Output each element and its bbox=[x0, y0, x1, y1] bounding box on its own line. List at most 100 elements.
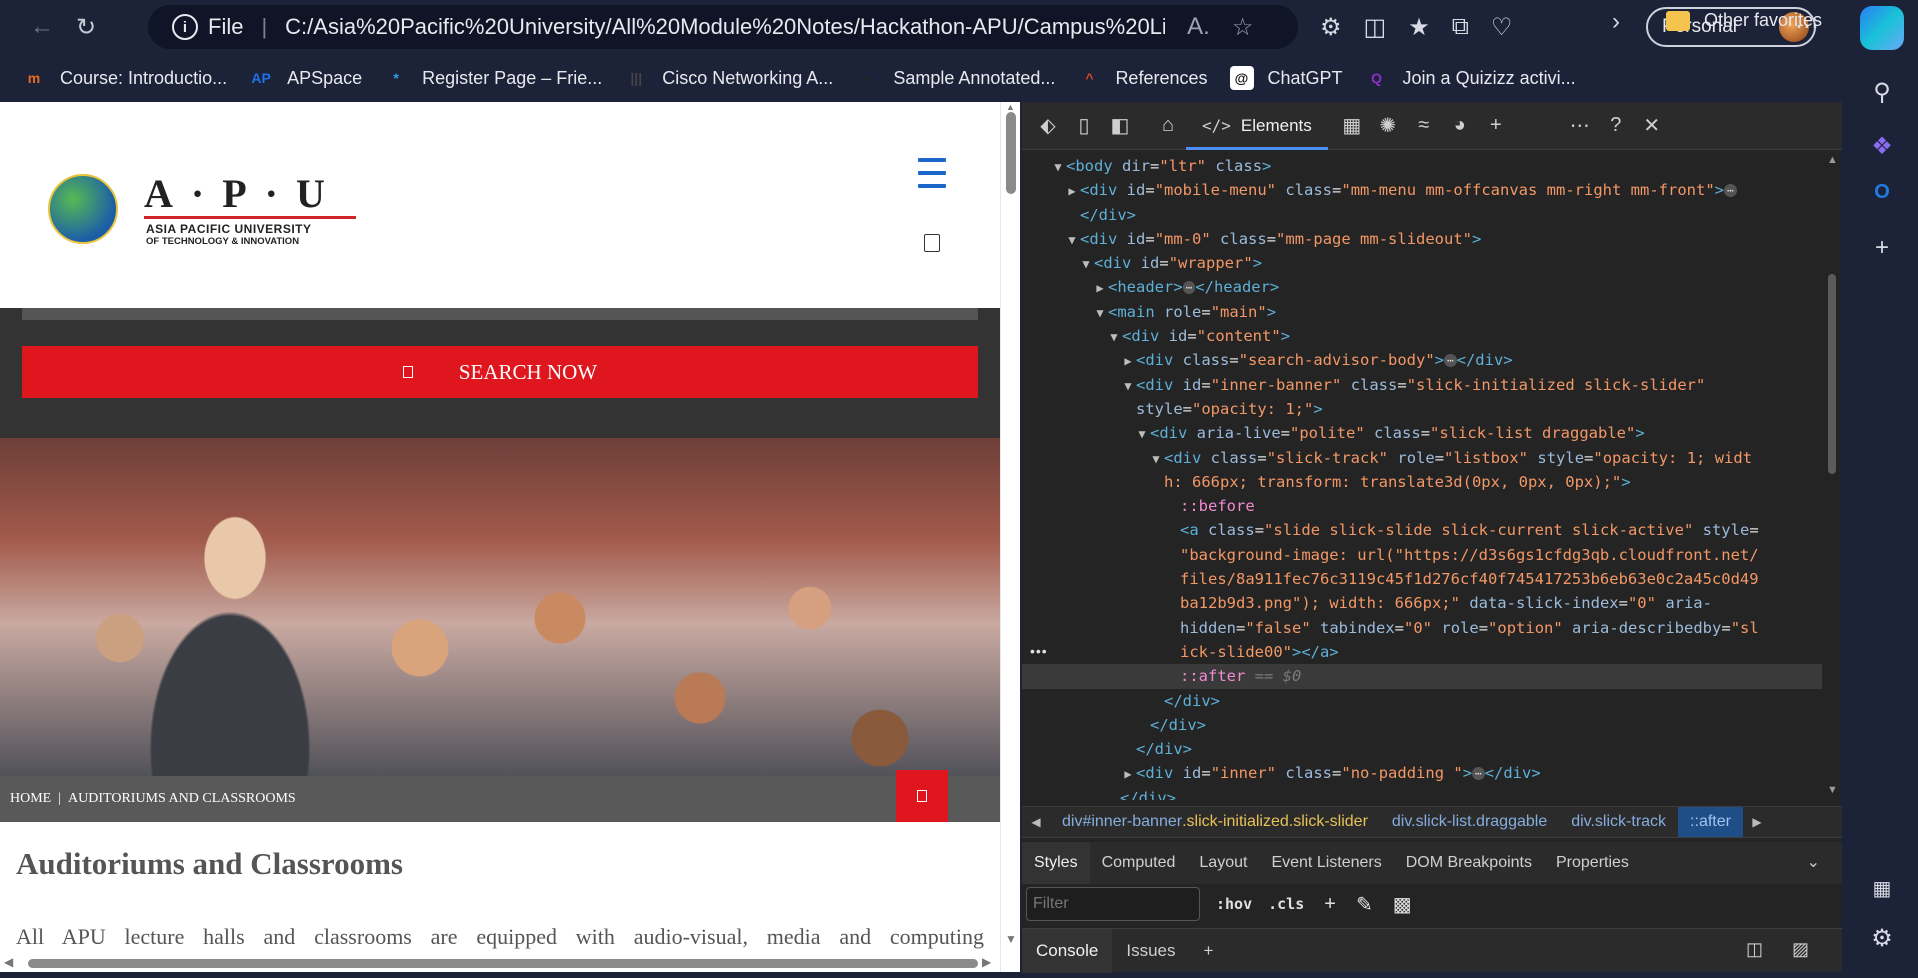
search-now-button[interactable]: SEARCH NOW bbox=[22, 346, 978, 398]
dom-tree[interactable]: ▼ <body dir="ltr" class> ▶ <div id="mobile… bbox=[1022, 154, 1822, 800]
more-tools-plus-icon[interactable]: + bbox=[1478, 108, 1514, 144]
page-vertical-scrollbar[interactable]: ▲ ▼ bbox=[1000, 102, 1020, 972]
crumb-after[interactable]: ::after bbox=[1678, 807, 1743, 837]
console-icon[interactable]: ▦ bbox=[1334, 108, 1370, 144]
new-rule-plus-icon[interactable]: + bbox=[1324, 893, 1336, 916]
dom-node[interactable]: ▶ <header> ⋯ </header> bbox=[1022, 275, 1822, 299]
search-icon[interactable]: ⚲ bbox=[1862, 72, 1902, 112]
dom-node[interactable]: ▼ <main role="main"> bbox=[1022, 300, 1822, 324]
favorite-item[interactable]: ^ References bbox=[1077, 66, 1207, 90]
dom-node[interactable]: ▼ <div class="slick-track" role="listbox"… bbox=[1022, 446, 1822, 470]
tab-issues[interactable]: Issues bbox=[1112, 929, 1189, 973]
add-sidebar-app-icon[interactable]: + bbox=[1862, 228, 1902, 268]
crumbs-left-arrow-icon[interactable]: ◀ bbox=[1022, 815, 1050, 829]
dom-node[interactable]: files/8a911fec76c3119c45f1d276cf40f74541… bbox=[1022, 567, 1822, 591]
collections-icon[interactable]: ⧉ bbox=[1452, 13, 1469, 41]
dom-scroll-thumb[interactable] bbox=[1828, 274, 1836, 474]
favorite-star-icon[interactable]: ☆ bbox=[1232, 13, 1254, 42]
dom-node[interactable]: ▶ <div id="mobile-menu" class="mm-menu mm… bbox=[1022, 178, 1822, 202]
dock-side-icon[interactable]: ◧ bbox=[1102, 108, 1138, 144]
toggle-hover-button[interactable]: :hov bbox=[1216, 895, 1252, 913]
address-bar[interactable]: i File | C:/Asia%20Pacific%20University/… bbox=[148, 5, 1298, 49]
back-button[interactable]: ← bbox=[20, 5, 64, 49]
tab-styles[interactable]: Styles bbox=[1022, 842, 1090, 884]
dom-node[interactable]: h: 666px; transform: translate3d(0px, 0p… bbox=[1022, 470, 1822, 494]
favorites-overflow-chevron-icon[interactable]: › bbox=[1612, 8, 1620, 36]
tab-console[interactable]: Console bbox=[1022, 928, 1113, 973]
favorite-item[interactable]: m Course: Introductio... bbox=[22, 66, 227, 90]
copilot-hub-icon[interactable]: ❖ bbox=[1862, 126, 1902, 166]
undock-drawer-icon[interactable]: ◫ bbox=[1746, 939, 1763, 960]
add-drawer-tab-icon[interactable]: + bbox=[1190, 929, 1228, 973]
dom-node[interactable]: ▼ <body dir="ltr" class> bbox=[1022, 154, 1822, 178]
dom-node[interactable]: "background-image: url("https://d3s6gs1c… bbox=[1022, 543, 1822, 567]
dom-scroll-up-icon[interactable]: ▲ bbox=[1827, 154, 1838, 166]
dom-node[interactable]: ▼ <div id="inner-banner" class="slick-ini… bbox=[1022, 373, 1822, 397]
crumbs-right-arrow-icon[interactable]: ▶ bbox=[1743, 815, 1771, 829]
tab-properties[interactable]: Properties bbox=[1544, 842, 1641, 884]
breadcrumb-action-button[interactable] bbox=[896, 770, 948, 822]
dom-node[interactable]: <a class="slide slick-slide slick-curren… bbox=[1022, 518, 1822, 542]
dom-node[interactable]: ick-slide00"></a> bbox=[1022, 640, 1822, 664]
scroll-right-arrow-icon[interactable]: ▶ bbox=[982, 955, 991, 969]
read-aloud-icon[interactable]: A. bbox=[1187, 13, 1210, 41]
crumb-inner-banner[interactable]: div#inner-banner .slick-initialized.slick… bbox=[1050, 807, 1380, 837]
search-field-bottom[interactable] bbox=[22, 308, 978, 320]
browser-essentials-icon[interactable]: ♡ bbox=[1491, 13, 1513, 42]
url-text[interactable]: C:/Asia%20Pacific%20University/All%20Mod… bbox=[285, 14, 1165, 40]
tab-elements[interactable]: </> Elements bbox=[1186, 102, 1328, 150]
toggle-classes-button[interactable]: .cls bbox=[1268, 895, 1304, 913]
favorite-item[interactable]: @ ChatGPT bbox=[1229, 66, 1343, 90]
favorite-item[interactable]: * Register Page – Frie... bbox=[384, 66, 602, 90]
welcome-home-icon[interactable]: ⌂ bbox=[1150, 108, 1186, 144]
close-devtools-icon[interactable]: ✕ bbox=[1634, 108, 1670, 144]
hscroll-thumb[interactable] bbox=[28, 959, 978, 968]
apu-logo[interactable]: A·P·U ASIA PACIFIC UNIVERSITY OF TECHNOL… bbox=[40, 166, 360, 247]
dom-node[interactable]: ba12b9d3.png"); width: 666px;" data-slic… bbox=[1022, 591, 1822, 615]
favorites-icon[interactable]: ★ bbox=[1408, 13, 1430, 42]
dom-node[interactable]: ::before bbox=[1022, 494, 1822, 518]
extensions-icon[interactable]: ⚙ bbox=[1320, 13, 1342, 42]
copilot-icon[interactable] bbox=[1860, 6, 1904, 50]
favorite-item[interactable]: ||| Cisco Networking A... bbox=[624, 66, 833, 90]
customize-more-icon[interactable]: ⋯ bbox=[1562, 108, 1598, 144]
scroll-left-arrow-icon[interactable]: ◀ bbox=[4, 955, 13, 969]
dom-node[interactable]: </div> bbox=[1022, 689, 1822, 713]
crumb-slick-list[interactable]: div.slick-list.draggable bbox=[1380, 807, 1559, 837]
dom-node[interactable]: hidden="false" tabindex="0" role="option… bbox=[1022, 616, 1822, 640]
page-horizontal-scrollbar[interactable]: ◀ ▶ bbox=[0, 955, 1000, 972]
breadcrumb-home[interactable]: HOME bbox=[10, 791, 51, 807]
split-screen-icon[interactable]: ◫ bbox=[1364, 13, 1387, 42]
favorite-item[interactable]: AP APSpace bbox=[249, 66, 362, 90]
other-favorites[interactable]: Other favorites bbox=[1666, 10, 1822, 31]
dom-node[interactable]: </div> bbox=[1022, 737, 1822, 761]
tab-computed[interactable]: Computed bbox=[1090, 842, 1188, 884]
tab-event-listeners[interactable]: Event Listeners bbox=[1259, 842, 1393, 884]
node-actions-dots-icon[interactable]: ••• bbox=[1030, 643, 1048, 659]
dom-node[interactable]: </div> bbox=[1022, 713, 1822, 737]
hamburger-menu-icon[interactable] bbox=[918, 158, 946, 188]
dom-node-selected[interactable]: ::after == $0 bbox=[1022, 664, 1822, 689]
dom-node[interactable]: style="opacity: 1;"> bbox=[1022, 397, 1822, 421]
scroll-thumb[interactable] bbox=[1006, 112, 1016, 194]
device-emulation-icon[interactable]: ▯ bbox=[1066, 108, 1102, 144]
close-drawer-icon[interactable]: ▨ bbox=[1792, 939, 1809, 960]
dom-node[interactable]: ▼ <div id="wrapper"> bbox=[1022, 251, 1822, 275]
inspect-element-icon[interactable]: ⬖ bbox=[1030, 108, 1066, 144]
help-icon[interactable]: ? bbox=[1598, 108, 1634, 144]
favorite-item[interactable]: ~ Sample Annotated... bbox=[855, 66, 1055, 90]
sources-bug-icon[interactable]: ✺ bbox=[1370, 108, 1406, 144]
favorite-item[interactable]: Q Join a Quizizz activi... bbox=[1365, 66, 1576, 90]
dom-node[interactable]: </div> bbox=[1022, 203, 1822, 227]
performance-icon[interactable]: ◕ bbox=[1442, 108, 1478, 144]
chevron-down-icon[interactable]: ⌄ bbox=[1807, 852, 1820, 872]
paint-brush-icon[interactable]: ✎ bbox=[1356, 892, 1373, 917]
tab-dom-breakpoints[interactable]: DOM Breakpoints bbox=[1394, 842, 1544, 884]
dom-node[interactable]: </div> bbox=[1022, 786, 1822, 800]
refresh-button[interactable]: ↻ bbox=[64, 5, 108, 49]
dom-node[interactable]: ▶ <div id="inner" class="no-padding "> ⋯ </… bbox=[1022, 761, 1822, 785]
styles-filter-input[interactable] bbox=[1026, 887, 1200, 921]
outlook-icon[interactable]: O bbox=[1862, 172, 1902, 212]
page-square-icon[interactable] bbox=[924, 234, 940, 252]
info-icon[interactable]: i bbox=[172, 14, 198, 40]
